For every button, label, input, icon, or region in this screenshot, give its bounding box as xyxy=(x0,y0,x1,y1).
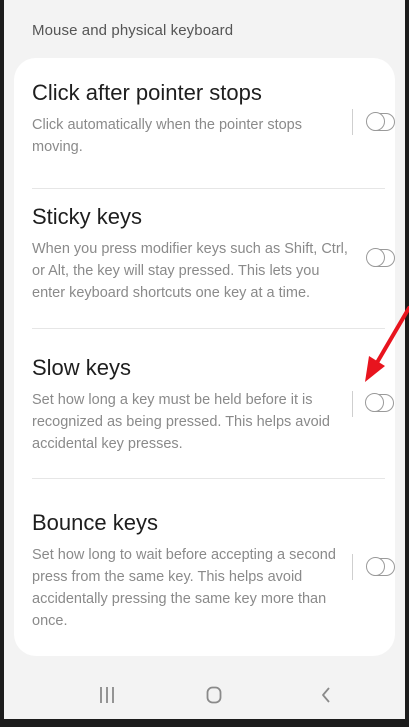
bounce-keys-toggle[interactable] xyxy=(366,557,395,576)
setting-bounce-keys[interactable]: Bounce keys Set how long to wait before … xyxy=(14,510,395,650)
setting-title: Bounce keys xyxy=(32,510,158,535)
annotation-arrow-icon xyxy=(365,306,409,382)
recent-apps-icon[interactable] xyxy=(98,684,116,706)
divider xyxy=(32,328,385,329)
divider xyxy=(32,188,385,189)
click-after-pointer-stops-toggle[interactable] xyxy=(366,112,395,131)
setting-sticky-keys[interactable]: Sticky keys When you press modifier keys… xyxy=(14,204,395,328)
back-icon[interactable] xyxy=(318,684,334,706)
toggle-knob xyxy=(366,557,385,576)
toggle-separator xyxy=(352,109,353,135)
setting-title: Sticky keys xyxy=(32,204,143,229)
setting-description: Click automatically when the pointer sto… xyxy=(32,117,302,155)
setting-title: Slow keys xyxy=(32,355,132,380)
phone-screen: Mouse and physical keyboard Click after … xyxy=(0,0,409,727)
setting-click-after-pointer-stops[interactable]: Click after pointer stops Click automati… xyxy=(14,80,395,190)
setting-description: Set how long a key must be held before i… xyxy=(32,392,330,452)
divider xyxy=(32,478,385,479)
toggle-knob xyxy=(366,112,385,131)
setting-slow-keys[interactable]: Slow keys Set how long a key must be hel… xyxy=(14,355,395,465)
setting-description: Set how long to wait before accepting a … xyxy=(32,547,336,629)
setting-title: Click after pointer stops xyxy=(32,80,262,105)
navigation-bar xyxy=(4,672,405,719)
section-header: Mouse and physical keyboard xyxy=(32,22,234,39)
sticky-keys-toggle[interactable] xyxy=(366,248,395,267)
settings-card: Click after pointer stops Click automati… xyxy=(14,58,395,656)
toggle-separator xyxy=(352,391,353,417)
toggle-separator xyxy=(352,554,353,580)
toggle-knob xyxy=(366,248,385,267)
slow-keys-toggle[interactable] xyxy=(365,393,394,412)
setting-description: When you press modifier keys such as Shi… xyxy=(32,241,348,301)
home-icon[interactable] xyxy=(205,684,223,706)
toggle-knob xyxy=(365,393,384,412)
